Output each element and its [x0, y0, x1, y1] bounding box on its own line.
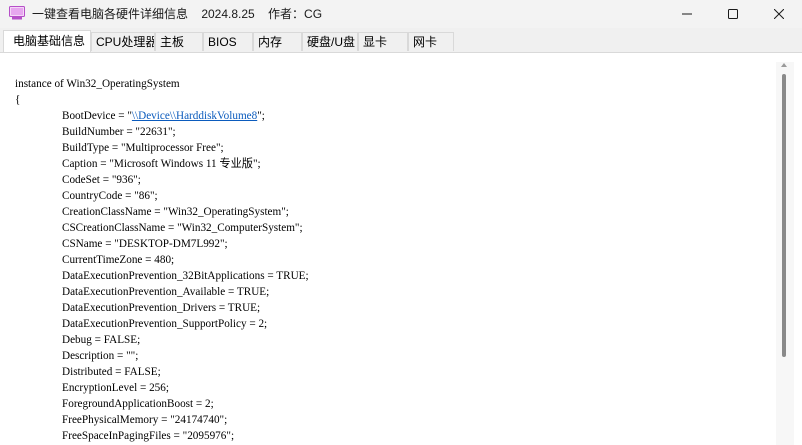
text-line-content: DataExecutionPrevention_32BitApplication…	[62, 270, 309, 282]
text-line-content: CSName = "DESKTOP-DM7L992";	[62, 238, 228, 250]
text-line: DataExecutionPrevention_Drivers = TRUE;	[15, 300, 309, 316]
text-line-content: EncryptionLevel = 256;	[62, 382, 169, 394]
tab-basic-info[interactable]: 电脑基础信息	[3, 30, 91, 52]
text-line-content: CSCreationClassName = "Win32_ComputerSys…	[62, 222, 303, 234]
bootdevice-suffix: ";	[257, 110, 265, 122]
text-line: DataExecutionPrevention_32BitApplication…	[15, 268, 309, 284]
close-icon	[774, 9, 784, 19]
maximize-icon	[728, 9, 738, 19]
text-line-content: BuildType = "Multiprocessor Free";	[62, 142, 224, 154]
text-line: BuildType = "Multiprocessor Free";	[15, 140, 309, 156]
text-line-content: DataExecutionPrevention_Available = TRUE…	[62, 286, 270, 298]
title-bar[interactable]: 一键查看电脑各硬件详细信息 2024.8.25 作者：CG	[0, 0, 802, 28]
text-line-content: Description = "";	[62, 350, 139, 362]
text-line: Distributed = FALSE;	[15, 364, 309, 380]
maximize-button[interactable]	[710, 0, 756, 28]
info-text: instance of Win32_OperatingSystem { BootDe…	[15, 76, 309, 444]
text-line: CSCreationClassName = "Win32_ComputerSys…	[15, 220, 309, 236]
tab-disk[interactable]: 硬盘/U盘	[302, 32, 358, 51]
text-line: ForegroundApplicationBoost = 2;	[15, 396, 309, 412]
tab-bios[interactable]: BIOS	[203, 32, 253, 51]
text-line: CSName = "DESKTOP-DM7L992";	[15, 236, 309, 252]
bootdevice-prefix: BootDevice = "	[62, 110, 132, 122]
close-button[interactable]	[756, 0, 802, 28]
text-line: FreePhysicalMemory = "24174740";	[15, 412, 309, 428]
text-line-content: CurrentTimeZone = 480;	[62, 254, 175, 266]
text-line: CodeSet = "936";	[15, 172, 309, 188]
text-line-content: FreePhysicalMemory = "24174740";	[62, 414, 228, 426]
app-icon	[9, 6, 25, 20]
text-line-content: DataExecutionPrevention_Drivers = TRUE;	[62, 302, 261, 314]
tab-network[interactable]: 网卡	[408, 32, 454, 51]
tab-cpu[interactable]: CPU处理器	[91, 32, 155, 51]
text-line: DataExecutionPrevention_Available = TRUE…	[15, 284, 309, 300]
text-line-content: CreationClassName = "Win32_OperatingSyst…	[62, 206, 289, 218]
vertical-scrollbar[interactable]	[776, 62, 794, 445]
tab-gpu[interactable]: 显卡	[358, 32, 408, 51]
scroll-up-arrow-icon[interactable]	[781, 63, 787, 67]
window-title: 一键查看电脑各硬件详细信息 2024.8.25 作者：CG	[32, 7, 323, 21]
text-line-bootdevice: BootDevice = "\\Device\\HarddiskVolume8"…	[15, 108, 309, 124]
tab-bar: 电脑基础信息 CPU处理器 主板 BIOS 内存 硬盘/U盘 显卡 网卡	[0, 30, 802, 52]
text-line-content: Debug = FALSE;	[62, 334, 141, 346]
text-line-content: FreeSpaceInPagingFiles = "2095976";	[62, 430, 235, 442]
text-line-content: ForegroundApplicationBoost = 2;	[62, 398, 214, 410]
scrollbar-thumb[interactable]	[782, 74, 786, 357]
text-line-content: DataExecutionPrevention_SupportPolicy = …	[62, 318, 268, 330]
text-line: DataExecutionPrevention_SupportPolicy = …	[15, 316, 309, 332]
text-line-content: CodeSet = "936";	[62, 174, 141, 186]
text-line: BuildNumber = "22631";	[15, 124, 309, 140]
text-line-content: Caption = "Microsoft Windows 11 专业版";	[62, 158, 261, 170]
text-line: CurrentTimeZone = 480;	[15, 252, 309, 268]
minimize-button[interactable]	[664, 0, 710, 28]
minimize-icon	[682, 13, 692, 15]
text-line: EncryptionLevel = 256;	[15, 380, 309, 396]
bootdevice-link[interactable]: \\Device\\HarddiskVolume8	[132, 110, 257, 122]
tab-motherboard[interactable]: 主板	[155, 32, 203, 51]
info-text-area[interactable]: instance of Win32_OperatingSystem { BootDe…	[2, 62, 776, 445]
text-line-content: BuildNumber = "22631";	[62, 126, 176, 138]
text-line-content: Distributed = FALSE;	[62, 366, 161, 378]
text-line: Caption = "Microsoft Windows 11 专业版";	[15, 156, 309, 172]
instance-header: instance of Win32_OperatingSystem	[15, 78, 180, 90]
tab-memory[interactable]: 内存	[253, 32, 302, 51]
text-line: CreationClassName = "Win32_OperatingSyst…	[15, 204, 309, 220]
text-line: Debug = FALSE;	[15, 332, 309, 348]
tab-content-panel: instance of Win32_OperatingSystem { BootDe…	[0, 52, 802, 445]
text-line: Description = "";	[15, 348, 309, 364]
text-line: CountryCode = "86";	[15, 188, 309, 204]
app-window: 一键查看电脑各硬件详细信息 2024.8.25 作者：CG 电脑基础信息 CPU…	[0, 0, 802, 445]
text-line-content: CountryCode = "86";	[62, 190, 158, 202]
text-line: FreeSpaceInPagingFiles = "2095976";	[15, 428, 309, 444]
open-brace: {	[15, 94, 21, 106]
